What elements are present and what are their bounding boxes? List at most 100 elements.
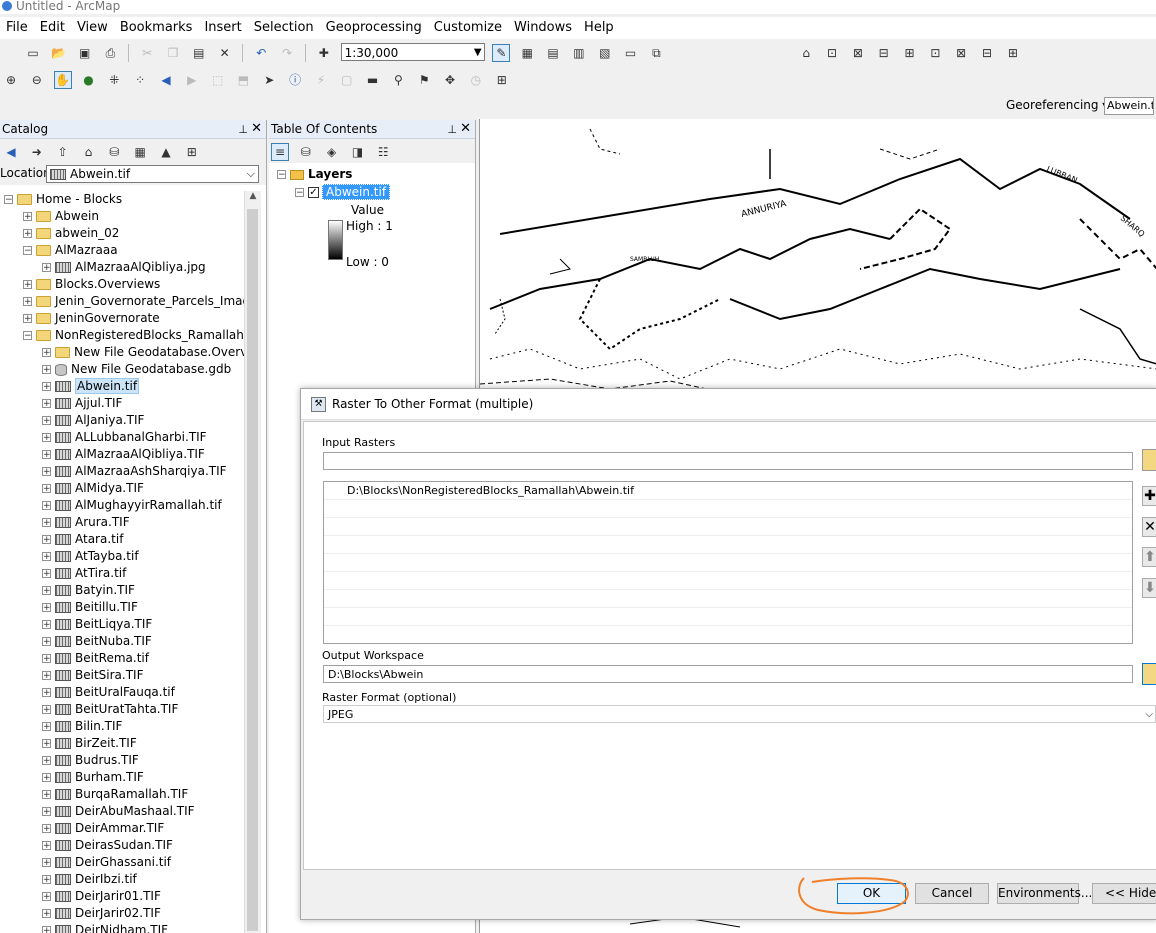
expand-icon[interactable]: + bbox=[42, 790, 51, 800]
browse-folder-icon[interactable] bbox=[1142, 449, 1156, 471]
menu-insert[interactable]: Insert bbox=[198, 17, 247, 38]
expand-icon[interactable]: + bbox=[42, 399, 51, 409]
pin-icon[interactable]: ⊥ bbox=[238, 121, 248, 139]
list-by-visibility-icon[interactable]: ◈ bbox=[323, 143, 341, 161]
catalog-item[interactable]: + Atara.tif bbox=[0, 531, 244, 548]
catalog-item[interactable]: + BeitRema.tif bbox=[0, 650, 244, 667]
menu-edit[interactable]: Edit bbox=[34, 17, 71, 38]
collapse-icon[interactable]: − bbox=[23, 331, 32, 341]
expand-icon[interactable]: + bbox=[42, 841, 51, 851]
catalog-scrollbar[interactable]: ▲ bbox=[244, 191, 261, 933]
expand-icon[interactable]: + bbox=[42, 348, 51, 358]
collapse-icon[interactable]: − bbox=[277, 170, 286, 180]
expand-icon[interactable]: + bbox=[23, 297, 32, 307]
menu-windows[interactable]: Windows bbox=[508, 17, 578, 38]
move-down-icon[interactable]: ⬇ bbox=[1142, 578, 1156, 598]
layer-name[interactable]: Abwein.tif bbox=[322, 184, 391, 200]
expand-icon[interactable]: + bbox=[42, 518, 51, 528]
close-icon[interactable]: ✕ bbox=[460, 120, 471, 138]
georef-tool-5-icon[interactable]: ⊞ bbox=[901, 44, 919, 62]
georef-layer-combo[interactable]: Abwein.tif bbox=[1104, 97, 1154, 115]
toggle-contents-icon[interactable]: ⊞ bbox=[183, 143, 201, 161]
time-slider-icon[interactable]: ◷ bbox=[467, 71, 485, 89]
menu-file[interactable]: File bbox=[0, 17, 34, 38]
cancel-button[interactable]: Cancel bbox=[915, 883, 989, 904]
catalog-item[interactable]: + AtTira.tif bbox=[0, 565, 244, 582]
collapse-icon[interactable]: − bbox=[295, 188, 304, 198]
catalog-item[interactable]: + AlMidya.TIF bbox=[0, 480, 244, 497]
menu-selection[interactable]: Selection bbox=[248, 17, 320, 38]
catalog-item[interactable]: + Beitillu.TIF bbox=[0, 599, 244, 616]
html-popup-icon[interactable]: ▢ bbox=[338, 71, 356, 89]
zoom-in-icon[interactable]: ⊕ bbox=[2, 71, 20, 89]
close-icon[interactable]: ✕ bbox=[251, 120, 262, 138]
identify-icon[interactable]: ⓘ bbox=[286, 71, 304, 89]
georef-tool-8-icon[interactable]: ⊟ bbox=[978, 44, 996, 62]
catalog-item[interactable]: + AlMughayyirRamallah.tif bbox=[0, 497, 244, 514]
expand-icon[interactable]: + bbox=[42, 637, 51, 647]
map-scale-combo[interactable]: 1:30,000 ▼ bbox=[340, 43, 485, 61]
back-icon[interactable]: ◀ bbox=[2, 143, 20, 161]
catalog-item[interactable]: + BeitSira.TIF bbox=[0, 667, 244, 684]
launch-arccatalog-icon[interactable]: ▲ bbox=[157, 143, 175, 161]
layer-visibility-checkbox[interactable]: ✓ bbox=[308, 187, 319, 198]
catalog-item[interactable]: + DeirAmmar.TIF bbox=[0, 820, 244, 837]
menu-customize[interactable]: Customize bbox=[428, 17, 508, 38]
expand-icon[interactable]: + bbox=[42, 824, 51, 834]
pin-icon[interactable]: ⊥ bbox=[447, 121, 457, 139]
full-extent-globe-icon[interactable]: ● bbox=[79, 71, 97, 89]
catalog-item[interactable]: + BeitNuba.TIF bbox=[0, 633, 244, 650]
go-to-xy-icon[interactable]: ✥ bbox=[441, 71, 459, 89]
catalog-item[interactable]: + BeitLiqya.TIF bbox=[0, 616, 244, 633]
scroll-up-icon[interactable]: ▲ bbox=[245, 191, 261, 201]
raster-list-item[interactable]: D:\Blocks\NonRegisteredBlocks_Ramallah\A… bbox=[324, 482, 1132, 499]
expand-icon[interactable]: + bbox=[23, 229, 32, 239]
menu-view[interactable]: View bbox=[71, 17, 114, 38]
catalog-item[interactable]: + Blocks.Overviews bbox=[0, 276, 244, 293]
search-window-icon[interactable]: ▥ bbox=[570, 44, 588, 62]
expand-icon[interactable]: + bbox=[42, 756, 51, 766]
catalog-item[interactable]: + Batyin.TIF bbox=[0, 582, 244, 599]
fixed-zoom-out-icon[interactable]: ⁘ bbox=[131, 71, 149, 89]
add-data-icon[interactable]: ✚ bbox=[315, 44, 333, 62]
catalog-item[interactable]: + AlMazraaAlQibliya.TIF bbox=[0, 446, 244, 463]
redo-icon[interactable]: ↷ bbox=[278, 44, 296, 62]
menu-geoprocessing[interactable]: Geoprocessing bbox=[320, 17, 428, 38]
expand-icon[interactable]: + bbox=[42, 739, 51, 749]
catalog-item[interactable]: + DeirAbuMashaal.TIF bbox=[0, 803, 244, 820]
list-by-drawing-order-icon[interactable]: ≡ bbox=[271, 143, 289, 161]
expand-icon[interactable]: + bbox=[42, 892, 51, 902]
catalog-item[interactable]: + DeirJarir01.TIF bbox=[0, 888, 244, 905]
georeferencing-menu[interactable]: Georeferencing ▾ bbox=[1006, 98, 1108, 112]
catalog-item[interactable]: + BirZeit.TIF bbox=[0, 735, 244, 752]
location-combo[interactable]: Abwein.tif ⌵ bbox=[46, 165, 259, 183]
expand-icon[interactable]: + bbox=[42, 569, 51, 579]
catalog-item[interactable]: + BeitUratTahta.TIF bbox=[0, 701, 244, 718]
new-document-icon[interactable]: ▭ bbox=[24, 44, 42, 62]
select-elements-arrow-icon[interactable]: ➤ bbox=[260, 71, 278, 89]
expand-icon[interactable]: + bbox=[42, 773, 51, 783]
catalog-item[interactable]: + DeirJarir02.TIF bbox=[0, 905, 244, 922]
expand-icon[interactable]: + bbox=[23, 212, 32, 222]
catalog-item[interactable]: + BeitUralFauqa.tif bbox=[0, 684, 244, 701]
expand-icon[interactable]: + bbox=[42, 484, 51, 494]
catalog-item[interactable]: + DeirasSudan.TIF bbox=[0, 837, 244, 854]
catalog-item[interactable]: + AtTayba.tif bbox=[0, 548, 244, 565]
expand-icon[interactable]: + bbox=[42, 688, 51, 698]
editor-toolbar-icon[interactable]: ✎ bbox=[492, 44, 511, 62]
expand-icon[interactable]: + bbox=[42, 926, 51, 933]
expand-icon[interactable]: + bbox=[42, 603, 51, 613]
cut-icon[interactable]: ✂ bbox=[138, 44, 156, 62]
expand-icon[interactable]: + bbox=[23, 314, 32, 324]
raster-format-select[interactable]: JPEG ⌵ bbox=[323, 705, 1156, 723]
catalog-item[interactable]: + AlMazraaAshSharqiya.TIF bbox=[0, 463, 244, 480]
expand-icon[interactable]: + bbox=[42, 501, 51, 511]
delete-icon[interactable]: ✕ bbox=[216, 44, 234, 62]
expand-icon[interactable]: + bbox=[42, 807, 51, 817]
scrollbar-thumb[interactable] bbox=[247, 209, 258, 931]
views-icon[interactable]: ▦ bbox=[131, 143, 149, 161]
fixed-zoom-in-icon[interactable]: ⁜ bbox=[105, 71, 123, 89]
expand-icon[interactable]: + bbox=[42, 467, 51, 477]
catalog-item[interactable]: + BurqaRamallah.TIF bbox=[0, 786, 244, 803]
catalog-item[interactable]: + AlJaniya.TIF bbox=[0, 412, 244, 429]
